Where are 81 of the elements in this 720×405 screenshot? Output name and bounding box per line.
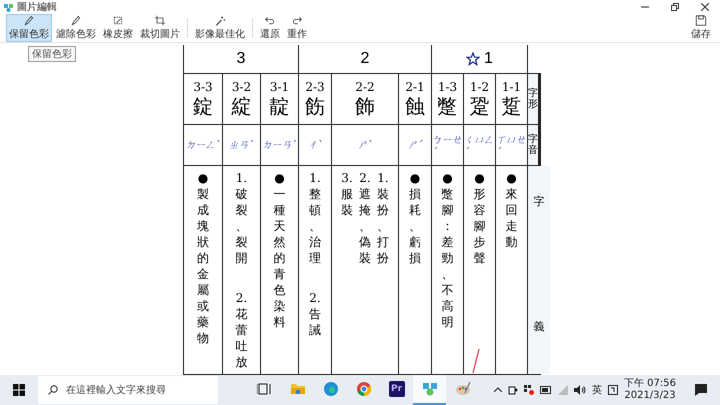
app-logo-icon (4, 2, 13, 12)
entry-character: 蝕 (405, 94, 425, 117)
meaning-text: ● 蹩腳：差勁、不高明 (440, 170, 454, 330)
entry-code: 2-3 (305, 81, 325, 95)
handwritten-phonetic: ㄑㄩㄥˊ (464, 134, 495, 158)
save-button[interactable]: 儲存 (688, 14, 714, 42)
input-method-indicator[interactable]: 英 (592, 383, 602, 397)
folder-icon (290, 381, 306, 397)
meaning-text: 2. 告誡 (308, 290, 322, 338)
premiere-app-icon: Pr (388, 381, 404, 397)
toolbar-button[interactable]: 重作 (284, 14, 310, 42)
row-label: 字音 (528, 125, 538, 165)
entry-code: 1-2 (470, 81, 490, 95)
meaning-text: 1. 整頓、治理 (308, 170, 322, 266)
meaning-text: ● 製成塊狀的金屬或藥物 (196, 170, 210, 346)
toolbar-button[interactable]: 還原 (257, 14, 283, 42)
meaning-text: 3. 服裝 (340, 170, 354, 218)
handwritten-phonetic: ㄉㄧㄢˋ (262, 139, 297, 152)
tooltip: 保留色彩 (28, 46, 76, 62)
handwritten-phonetic: ㄅㄧㄝˊ (432, 134, 463, 158)
entry-character: 綻 (232, 94, 252, 117)
toolbar-button[interactable]: 濾除色彩 (53, 14, 99, 42)
clock[interactable]: 下午 07:56 2021/3/23 (624, 378, 676, 402)
toolbar-button[interactable]: 保留色彩 (6, 14, 52, 42)
meaning-text: ● 損耗、虧損 (408, 170, 422, 266)
toolbar-button[interactable]: 影像最佳化 (192, 14, 248, 42)
task-view-icon (256, 381, 272, 397)
handwritten-phonetic: ㄓㄢˋ (229, 139, 254, 152)
chrome-browser-icon (356, 381, 372, 397)
handwritten-phonetic: ㄔˋ (308, 139, 322, 152)
meaning-text: ● 形容腳步聲 (472, 170, 486, 266)
entry-code: 1-1 (502, 81, 522, 95)
chevron-up-icon[interactable] (494, 387, 502, 393)
windows-logo-icon (13, 384, 25, 396)
meaning-text: ● 一種天然的青色染料 (272, 170, 286, 330)
notification-icon (695, 384, 707, 396)
restore-icon (671, 3, 679, 11)
entry-code: 3-1 (270, 81, 290, 95)
speaker-icon[interactable] (574, 385, 586, 395)
handwritten-phonetic: ㄕˊ (408, 139, 422, 152)
entry-character: 踅 (502, 94, 522, 117)
toolbar-button[interactable]: 橡皮擦 (100, 14, 136, 42)
entry-code: 2-1 (405, 81, 425, 95)
entry-code: 3-3 (193, 81, 213, 95)
crop-icon (152, 15, 168, 26)
meaning-text: ● 來回走動 (504, 170, 518, 250)
entry-code: 1-3 (438, 81, 458, 95)
meeting-icon[interactable] (508, 385, 518, 395)
group-number: 2 (360, 50, 370, 68)
row-label: 字形 (528, 74, 538, 124)
entry-character: 錠 (193, 94, 213, 117)
row-label: 義 (534, 319, 544, 334)
edge-browser-icon (322, 381, 338, 397)
entry-character: 靛 (270, 94, 290, 117)
group-number: 3 (236, 50, 246, 68)
window-title: 圖片編輯 (17, 0, 57, 14)
meaning-text: 1. 裝扮、打扮 (376, 170, 390, 266)
network-status-icon[interactable] (524, 385, 534, 395)
search-icon (48, 385, 58, 395)
close-icon (701, 3, 709, 11)
notes-icon[interactable] (608, 385, 618, 395)
handwritten-phonetic: ㄒㄩㄝˊ (496, 134, 527, 158)
battery-icon[interactable] (540, 386, 552, 394)
taskbar-app-button[interactable]: Pr (380, 375, 413, 405)
handwritten-phonetic: ㄕˋ (358, 139, 372, 152)
entry-character: 飾 (355, 94, 375, 117)
entry-character: 飭 (305, 94, 325, 117)
toolbar-button[interactable]: 裁切圖片 (137, 14, 183, 42)
entry-character: 跫 (470, 94, 490, 117)
row-label: 字 (534, 194, 544, 209)
group-number: 1 (484, 50, 493, 68)
image-editor-icon (422, 381, 438, 397)
meaning-text: 1. 破裂、裂開 (234, 170, 248, 266)
handwritten-phonetic: ㄉㄧㄥˋ (186, 139, 220, 152)
meaning-text: 2. 花蕾吐放 (234, 290, 248, 370)
search-field[interactable]: 在這裡輸入文字來搜尋 (38, 376, 218, 404)
paint-palette-icon (454, 381, 470, 397)
entry-code: 3-2 (232, 81, 252, 95)
entry-character: 蹩 (438, 94, 458, 117)
meaning-text: 2. 遮掩、偽裝 (358, 170, 372, 266)
entry-code: 2-2 (355, 81, 375, 95)
